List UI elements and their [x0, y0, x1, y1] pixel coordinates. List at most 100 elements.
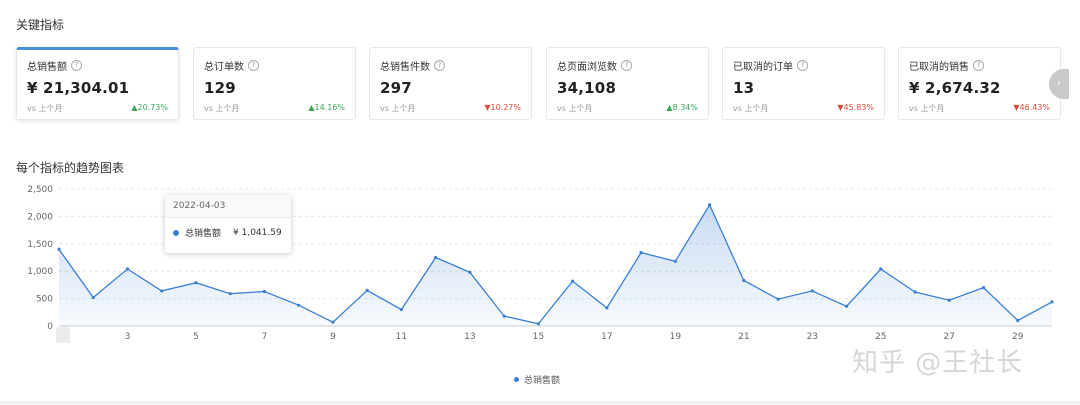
kpi-label: 总页面浏览数 — [557, 62, 617, 73]
tooltip-date: 2022-04-03 — [165, 195, 291, 218]
x-tick-label: 23 — [807, 332, 818, 342]
data-point[interactable] — [262, 289, 267, 294]
data-point[interactable] — [810, 289, 814, 293]
help-icon[interactable]: ? — [434, 60, 445, 71]
data-point[interactable] — [1016, 318, 1020, 323]
kpi-card-total-sales[interactable]: 总销售额? ¥ 21,304.01 vs 上个月 ▲20.73% — [16, 47, 179, 120]
data-point[interactable] — [228, 292, 232, 296]
kpi-value: 129 — [204, 79, 236, 97]
data-point[interactable] — [160, 289, 164, 293]
data-point[interactable] — [502, 314, 506, 318]
data-point[interactable] — [57, 247, 61, 251]
data-point[interactable] — [399, 307, 404, 312]
data-point[interactable] — [605, 306, 609, 310]
tooltip-value: ¥ 1,041.59 — [233, 227, 282, 238]
kpi-delta: ▲14.16% — [308, 103, 345, 112]
kpi-delta: ▲20.73% — [131, 103, 168, 112]
x-tick-label: 17 — [601, 332, 612, 342]
kpi-label: 已取消的订单 — [733, 62, 793, 73]
series-dot-icon — [173, 229, 179, 236]
x-tick-label: 7 — [262, 332, 268, 342]
chart-tooltip: 2022-04-03 总销售额 ¥ 1,041.59 — [165, 195, 291, 253]
y-tick-label: 1,000 — [27, 267, 53, 277]
kpi-compare-label: vs 上个月 — [380, 104, 416, 113]
x-tick-label: 11 — [396, 332, 407, 342]
kpi-card-items-sold[interactable]: 总销售件数? 297 vs 上个月 ▼10.27% — [369, 47, 532, 120]
data-point[interactable] — [742, 278, 746, 283]
data-point[interactable] — [91, 295, 95, 300]
x-tick-label: 27 — [944, 332, 955, 342]
trend-chart: 05001,0001,5002,0002,5001357911131517192… — [27, 185, 1054, 342]
data-point[interactable] — [673, 259, 677, 263]
data-point[interactable] — [1050, 300, 1054, 304]
y-tick-label: 1,500 — [27, 240, 53, 250]
data-point[interactable] — [571, 279, 575, 283]
x-tick-label: 19 — [670, 332, 682, 342]
data-point[interactable] — [844, 304, 849, 308]
kpi-card-total-orders[interactable]: 总订单数? 129 vs 上个月 ▲14.16% — [193, 47, 356, 120]
data-point[interactable] — [434, 255, 438, 260]
kpi-value: ¥ 2,674.32 — [909, 79, 1001, 97]
kpi-delta: ▼10.27% — [484, 103, 521, 112]
x-tick-label: 21 — [738, 332, 749, 342]
kpi-card-cancelled-orders[interactable]: 已取消的订单? 13 vs 上个月 ▼45.83% — [722, 47, 885, 120]
kpi-compare-label: vs 上个月 — [204, 104, 240, 113]
kpi-label: 总销售额 — [27, 62, 67, 73]
blurred-label — [56, 327, 70, 343]
legend-label: 总销售额 — [524, 376, 561, 386]
trend-section-title: 每个指标的趋势图表 — [16, 161, 125, 175]
x-tick-label: 15 — [533, 332, 544, 342]
legend-dot-icon — [514, 377, 519, 382]
data-point[interactable] — [125, 267, 130, 271]
data-point[interactable] — [981, 286, 986, 290]
kpi-value: 13 — [733, 79, 755, 97]
kpi-compare-label: vs 上个月 — [27, 104, 63, 113]
kpi-card-row: 总销售额? ¥ 21,304.01 vs 上个月 ▲20.73% 总订单数? 12… — [16, 47, 1080, 123]
kpi-label: 总订单数 — [204, 62, 244, 73]
x-tick-label: 5 — [193, 332, 199, 342]
help-icon[interactable]: ? — [71, 60, 82, 71]
kpi-delta: ▲8.34% — [666, 103, 698, 112]
kpi-card-page-views[interactable]: 总页面浏览数? 34,108 vs 上个月 ▲8.34% — [546, 47, 709, 120]
kpi-card-cancelled-sales[interactable]: 已取消的销售? ¥ 2,674.32 vs 上个月 ▼46.43% — [898, 47, 1061, 120]
data-point[interactable] — [331, 320, 335, 324]
data-point[interactable] — [194, 281, 198, 285]
y-tick-label: 2,000 — [27, 212, 53, 222]
y-tick-label: 2,500 — [27, 185, 53, 195]
divider — [0, 401, 1080, 405]
help-icon[interactable]: ? — [797, 60, 808, 71]
help-icon[interactable]: ? — [248, 60, 259, 71]
kpi-value: 297 — [380, 79, 412, 97]
help-icon[interactable]: ? — [621, 60, 632, 71]
kpi-delta: ▼46.43% — [1013, 103, 1050, 112]
data-point[interactable] — [913, 290, 917, 294]
kpi-value: ¥ 21,304.01 — [27, 79, 130, 97]
watermark: 知乎 @王社长 — [852, 348, 1024, 378]
data-point[interactable] — [776, 297, 780, 301]
data-point[interactable] — [536, 322, 540, 326]
x-tick-label: 25 — [875, 332, 886, 342]
y-tick-label: 0 — [47, 322, 53, 332]
chart-legend-item[interactable]: 总销售额 — [514, 373, 560, 386]
data-point[interactable] — [879, 267, 883, 271]
y-tick-label: 500 — [36, 295, 53, 305]
x-tick-label: 13 — [464, 332, 475, 342]
help-icon[interactable]: ? — [973, 60, 984, 71]
data-point[interactable] — [947, 298, 951, 302]
kpi-delta: ▼45.83% — [837, 103, 874, 112]
kpi-compare-label: vs 上个月 — [557, 104, 593, 113]
x-tick-label: 9 — [330, 332, 336, 342]
kpi-label: 总销售件数 — [380, 62, 430, 73]
kpi-compare-label: vs 上个月 — [733, 104, 769, 113]
kpi-compare-label: vs 上个月 — [909, 104, 945, 113]
data-point[interactable] — [639, 250, 643, 255]
x-tick-label: 3 — [125, 332, 131, 342]
data-point[interactable] — [365, 288, 369, 292]
kpi-label: 已取消的销售 — [909, 62, 969, 73]
x-tick-label: 29 — [1012, 332, 1024, 342]
data-point[interactable] — [468, 270, 472, 274]
data-point[interactable] — [707, 203, 712, 207]
kpi-value: 34,108 — [557, 79, 617, 97]
kpi-section-title: 关键指标 — [16, 18, 65, 32]
data-point[interactable] — [297, 303, 301, 307]
